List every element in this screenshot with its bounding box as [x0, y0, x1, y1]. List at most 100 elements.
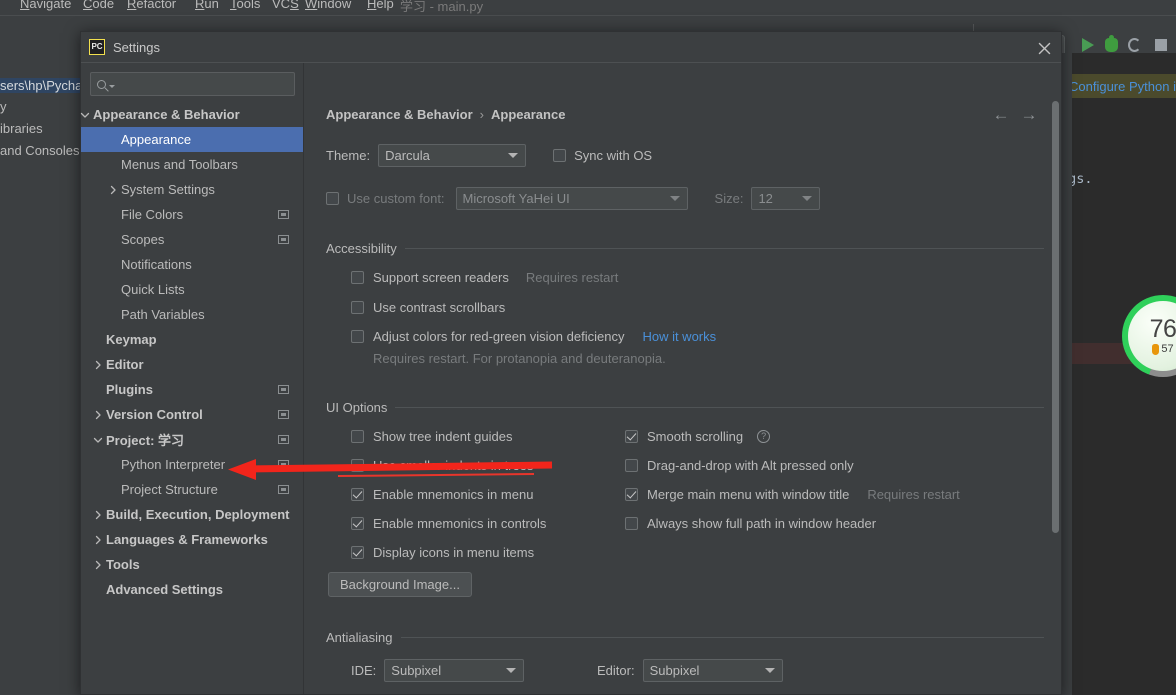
help-icon[interactable]: ?: [757, 430, 771, 443]
sidebar-item-python-interpreter[interactable]: Python Interpreter: [81, 452, 303, 477]
sidebar-item-system-settings[interactable]: System Settings: [81, 177, 303, 202]
how-it-works-link[interactable]: How it works: [642, 329, 716, 344]
sidebar-item-tools[interactable]: Tools: [81, 552, 303, 577]
theme-select[interactable]: Darcula: [378, 144, 527, 167]
chevron-down-icon: [506, 668, 517, 673]
stop-icon[interactable]: [1155, 39, 1167, 51]
display-icons-menu-items-checkbox[interactable]: [351, 546, 364, 559]
sync-with-os-checkbox[interactable]: [553, 149, 567, 162]
chevron-right-icon[interactable]: [92, 534, 104, 546]
menu-item-vcs[interactable]: VCS: [272, 0, 299, 11]
antialiasing-ide-select[interactable]: Subpixel: [384, 659, 525, 682]
adjust-colors-row[interactable]: Adjust colors for red-green vision defic…: [351, 329, 716, 344]
search-box[interactable]: [90, 72, 295, 96]
show-tree-indent-guides-checkbox[interactable]: [351, 430, 364, 443]
menu-item-window[interactable]: Window: [305, 0, 351, 11]
sidebar-item-version-control[interactable]: Version Control: [81, 402, 303, 427]
chevron-down-icon[interactable]: [79, 109, 91, 121]
sync-with-os-row[interactable]: Sync with OS: [553, 148, 652, 163]
use-smaller-indents-row[interactable]: Use smaller indents in trees: [351, 458, 533, 473]
nav-forward-icon[interactable]: →: [1019, 106, 1039, 125]
menu-item-code[interactable]: Code: [83, 0, 114, 11]
sidebar-item-languages-frameworks[interactable]: Languages & Frameworks: [81, 527, 303, 552]
background-image-button[interactable]: Background Image...: [328, 572, 472, 597]
menu-item-help[interactable]: Help: [367, 0, 394, 11]
menu-item-refactor[interactable]: Refactor: [127, 0, 176, 11]
sidebar-item-appearance-behavior[interactable]: Appearance & Behavior: [79, 102, 303, 127]
sidebar-item-appearance[interactable]: Appearance: [81, 127, 303, 152]
always-show-full-path-checkbox[interactable]: [625, 517, 638, 530]
always-show-full-path-label: Always show full path in window header: [647, 516, 877, 531]
enable-mnemonics-menu-checkbox[interactable]: [351, 488, 364, 501]
project-row-libraries[interactable]: ibraries: [0, 121, 43, 136]
sidebar-item-project-structure[interactable]: Project Structure: [81, 477, 303, 502]
enable-mnemonics-menu-row[interactable]: Enable mnemonics in menu: [351, 487, 533, 502]
project-row-consoles[interactable]: and Consoles: [0, 143, 80, 158]
chevron-right-icon[interactable]: [92, 359, 104, 371]
settings-scrollbar[interactable]: [1050, 63, 1061, 694]
chevron-right-icon[interactable]: [92, 409, 104, 421]
gauge-value: 76: [1149, 315, 1176, 343]
support-screen-readers-checkbox[interactable]: [351, 271, 364, 284]
drag-and-drop-alt-row[interactable]: Drag-and-drop with Alt pressed only: [625, 458, 854, 473]
sidebar-item-keymap[interactable]: Keymap: [81, 327, 303, 352]
adjust-colors-checkbox[interactable]: [351, 330, 364, 343]
sidebar-item-file-colors[interactable]: File Colors: [81, 202, 303, 227]
display-icons-menu-items-row[interactable]: Display icons in menu items: [351, 545, 534, 560]
chevron-right-icon[interactable]: [92, 559, 104, 571]
font-family-select[interactable]: Microsoft YaHei UI: [455, 187, 688, 210]
sidebar-item-plugins[interactable]: Plugins: [81, 377, 303, 402]
sidebar-item-menus-and-toolbars[interactable]: Menus and Toolbars: [81, 152, 303, 177]
chevron-right-icon[interactable]: [107, 184, 119, 196]
chevron-right-icon[interactable]: [92, 509, 104, 521]
project-scope-icon: [278, 435, 289, 444]
sidebar-item-quick-lists[interactable]: Quick Lists: [81, 277, 303, 302]
use-custom-font-checkbox[interactable]: [326, 192, 339, 205]
editor-scrollbar[interactable]: [1061, 53, 1072, 695]
memory-gauge[interactable]: 76 57: [1122, 295, 1176, 377]
settings-scrollbar-thumb[interactable]: [1052, 101, 1059, 533]
sidebar-item-advanced-settings[interactable]: Advanced Settings: [81, 577, 303, 602]
sidebar-item-label: Advanced Settings: [106, 582, 224, 597]
antialiasing-editor-select[interactable]: Subpixel: [642, 659, 783, 682]
font-size-select[interactable]: 12: [751, 187, 821, 210]
merge-main-menu-row[interactable]: Merge main menu with window title Requir…: [625, 487, 960, 502]
enable-mnemonics-controls-row[interactable]: Enable mnemonics in controls: [351, 516, 546, 531]
menu-item-navigate[interactable]: Navigate: [20, 0, 71, 11]
run-icon[interactable]: [1082, 38, 1094, 52]
settings-tree-panel: Appearance & Behavior Appearance Menus and…: [79, 63, 304, 694]
always-show-full-path-row[interactable]: Always show full path in window header: [625, 516, 876, 531]
configure-python-banner[interactable]: Configure Python in: [1065, 74, 1176, 98]
sidebar-item-label: Quick Lists: [121, 282, 185, 297]
merge-main-menu-checkbox[interactable]: [625, 488, 638, 501]
coverage-icon[interactable]: [1128, 38, 1141, 52]
project-scope-icon: [278, 410, 289, 419]
search-input[interactable]: [118, 77, 294, 91]
enable-mnemonics-controls-checkbox[interactable]: [351, 517, 364, 530]
sidebar-item-notifications[interactable]: Notifications: [81, 252, 303, 277]
menu-item-tools[interactable]: Tools: [230, 0, 260, 11]
breadcrumb-parent[interactable]: Appearance & Behavior: [326, 107, 473, 122]
project-tool-window: sers\hp\Pycha y ibraries and Consoles: [0, 53, 82, 695]
smooth-scrolling-checkbox[interactable]: [625, 430, 638, 443]
debug-icon[interactable]: [1105, 35, 1118, 52]
sidebar-item-project[interactable]: Project: 学习: [81, 427, 303, 452]
chevron-down-icon[interactable]: [92, 434, 104, 446]
sidebar-item-label: Scopes: [121, 232, 165, 247]
project-row-path[interactable]: sers\hp\Pycha: [0, 78, 82, 93]
use-smaller-indents-checkbox[interactable]: [351, 459, 364, 472]
support-screen-readers-row[interactable]: Support screen readers Requires restart: [351, 270, 618, 285]
drag-and-drop-alt-checkbox[interactable]: [625, 459, 638, 472]
menu-item-run[interactable]: Run: [195, 0, 219, 11]
smooth-scrolling-row[interactable]: Smooth scrolling ?: [625, 429, 771, 444]
sidebar-item-build-execution-deployment[interactable]: Build, Execution, Deployment: [81, 502, 303, 527]
sidebar-item-path-variables[interactable]: Path Variables: [81, 302, 303, 327]
sidebar-item-editor[interactable]: Editor: [81, 352, 303, 377]
project-row-py[interactable]: y: [0, 99, 7, 114]
use-contrast-scrollbars-checkbox[interactable]: [351, 301, 364, 314]
show-tree-indent-guides-row[interactable]: Show tree indent guides: [351, 429, 512, 444]
sidebar-item-scopes[interactable]: Scopes: [81, 227, 303, 252]
nav-back-icon[interactable]: ←: [991, 106, 1011, 125]
use-contrast-scrollbars-row[interactable]: Use contrast scrollbars: [351, 300, 505, 315]
close-icon[interactable]: [1033, 37, 1055, 59]
